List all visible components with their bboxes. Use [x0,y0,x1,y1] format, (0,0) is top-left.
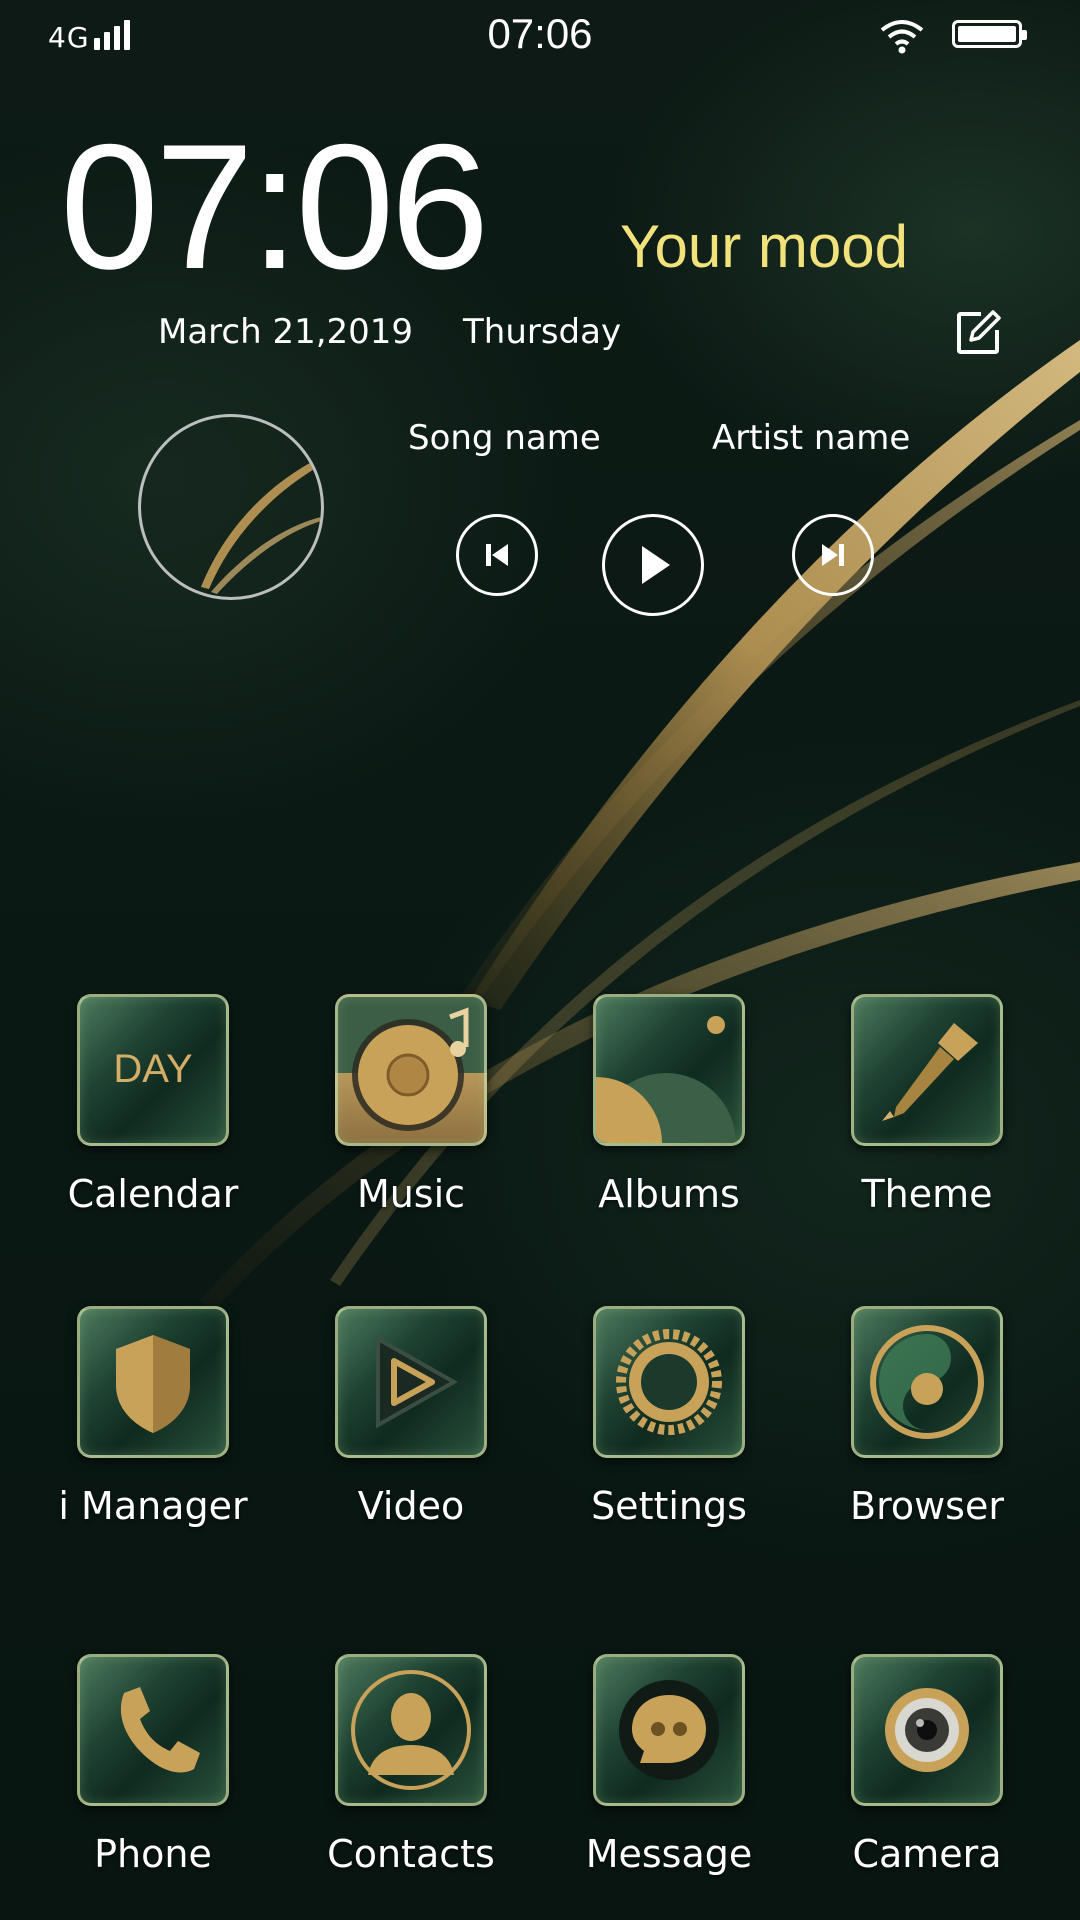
play-icon [642,546,670,584]
browser-icon [851,1306,1003,1458]
app-label: Video [357,1484,465,1528]
camera-icon [851,1654,1003,1806]
app-label: Theme [861,1172,993,1216]
next-track-button[interactable] [792,514,874,596]
song-name: Song name [408,418,601,458]
weekday-label: Thursday [463,312,622,352]
app-label: Calendar [67,1172,239,1216]
albums-icon [593,994,745,1146]
app-label: Camera [852,1832,1002,1876]
app-albums[interactable]: Albums [554,994,784,1216]
calendar-day-text: DAY [113,1047,192,1091]
mood-label[interactable]: Your mood [620,212,908,281]
music-icon [335,994,487,1146]
phone-icon [77,1654,229,1806]
app-theme[interactable]: Theme [812,994,1042,1216]
app-video[interactable]: Video [296,1306,526,1528]
next-track-icon [822,544,844,566]
app-phone[interactable]: Phone [38,1654,268,1876]
app-label: i Manager [58,1484,248,1528]
contact-icon [335,1654,487,1806]
edit-icon[interactable] [955,310,1001,356]
app-label: Message [585,1832,753,1876]
date-label: March 21,2019 [158,312,414,352]
app-label: Contacts [327,1832,495,1876]
artist-name: Artist name [712,418,911,458]
battery-icon [952,20,1027,48]
app-label: Browser [850,1484,1004,1528]
previous-track-button[interactable] [456,514,538,596]
shield-icon [77,1306,229,1458]
album-swoosh-icon [201,457,321,594]
previous-track-icon [486,544,508,566]
message-icon [593,1654,745,1806]
app-label: Music [356,1172,466,1216]
video-play-icon [335,1306,487,1458]
app-i-manager[interactable]: i Manager [38,1306,268,1528]
app-contacts[interactable]: Contacts [296,1654,526,1876]
app-settings[interactable]: Settings [554,1306,784,1528]
app-label: Albums [598,1172,740,1216]
app-message[interactable]: Message [554,1654,784,1876]
album-art[interactable] [138,414,324,600]
app-browser[interactable]: Browser [812,1306,1042,1528]
paintbrush-icon [851,994,1003,1146]
app-music[interactable]: Music [296,994,526,1216]
app-label: Settings [591,1484,747,1528]
calendar-icon: DAY [77,994,229,1146]
wifi-icon [880,20,924,54]
play-button[interactable] [602,514,704,616]
gear-icon [593,1306,745,1458]
app-camera[interactable]: Camera [812,1654,1042,1876]
app-calendar[interactable]: DAY Calendar [38,994,268,1216]
app-label: Phone [94,1832,212,1876]
clock-time[interactable]: 07:06 [60,118,489,296]
